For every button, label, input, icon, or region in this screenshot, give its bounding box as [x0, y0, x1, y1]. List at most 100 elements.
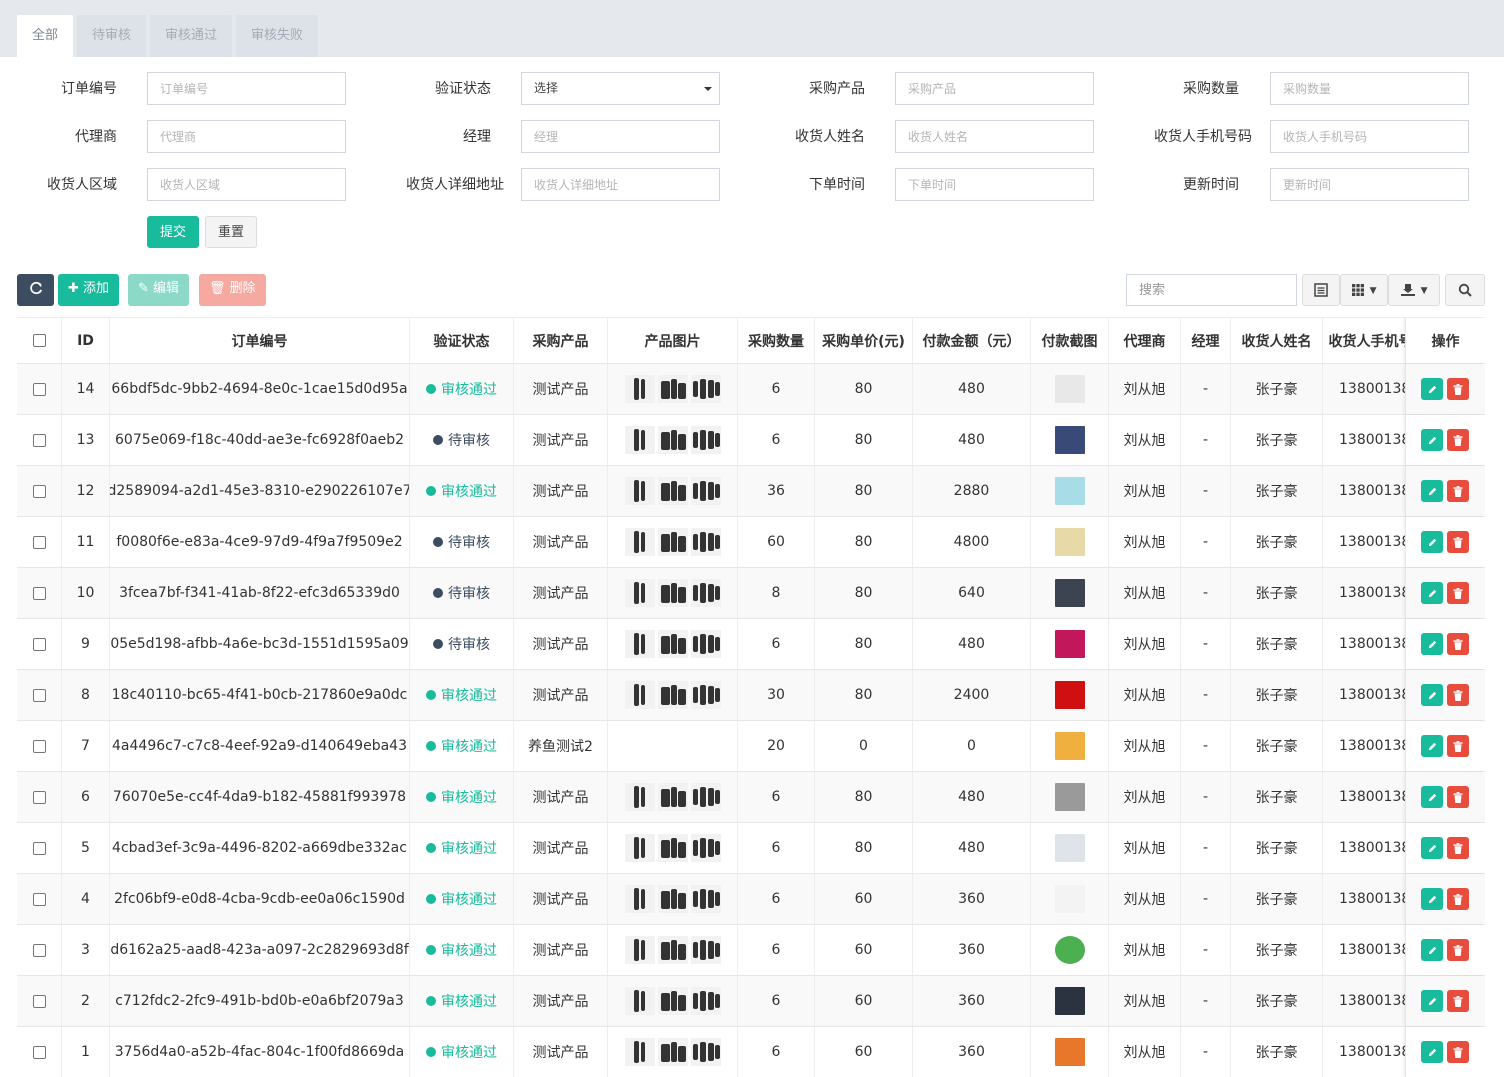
reset-button[interactable]: 重置 [205, 216, 258, 248]
export-dropdown-button[interactable]: ▼ [1388, 274, 1440, 306]
product-thumbnail[interactable] [690, 1038, 721, 1066]
product-thumbnail[interactable] [624, 885, 655, 913]
submit-button[interactable]: 提交 [147, 216, 200, 248]
product-thumbnail[interactable] [624, 630, 655, 658]
product-thumbnail[interactable] [690, 579, 721, 607]
row-checkbox[interactable] [32, 943, 46, 957]
row-edit-button[interactable] [1421, 684, 1443, 706]
row-edit-button[interactable] [1421, 531, 1443, 553]
row-checkbox[interactable] [32, 535, 46, 549]
row-checkbox[interactable] [32, 484, 46, 498]
manager-input[interactable] [521, 120, 720, 153]
product-thumbnail[interactable] [657, 834, 688, 862]
payment-screenshot-thumbnail[interactable] [1054, 579, 1085, 607]
product-thumbnail[interactable] [657, 783, 688, 811]
product-thumbnail[interactable] [657, 681, 688, 709]
product-thumbnail[interactable] [624, 681, 655, 709]
refresh-button[interactable] [17, 274, 54, 306]
row-delete-button[interactable] [1447, 990, 1469, 1012]
row-delete-button[interactable] [1447, 837, 1469, 859]
receiver-phone-input[interactable] [1270, 120, 1469, 153]
add-button[interactable]: ✚ 添加 [58, 274, 120, 306]
product-thumbnail[interactable] [624, 375, 655, 403]
product-thumbnail[interactable] [657, 936, 688, 964]
tab-all[interactable]: 全部 [17, 15, 74, 57]
payment-screenshot-thumbnail[interactable] [1054, 1038, 1085, 1066]
row-delete-button[interactable] [1447, 531, 1469, 553]
payment-screenshot-thumbnail[interactable] [1054, 375, 1085, 403]
row-edit-button[interactable] [1421, 1041, 1443, 1063]
product-thumbnail[interactable] [690, 834, 721, 862]
row-checkbox[interactable] [32, 790, 46, 804]
product-thumbnail[interactable] [657, 885, 688, 913]
row-checkbox[interactable] [32, 382, 46, 396]
product-thumbnail[interactable] [624, 783, 655, 811]
row-delete-button[interactable] [1447, 1041, 1469, 1063]
payment-screenshot-thumbnail[interactable] [1054, 477, 1085, 505]
product-thumbnail[interactable] [690, 885, 721, 913]
agent-input[interactable] [147, 120, 346, 153]
payment-screenshot-thumbnail[interactable] [1054, 732, 1085, 760]
product-thumbnail[interactable] [624, 987, 655, 1015]
tab-rejected[interactable]: 审核失败 [236, 15, 319, 57]
row-edit-button[interactable] [1421, 633, 1443, 655]
product-thumbnail[interactable] [624, 834, 655, 862]
payment-screenshot-thumbnail[interactable] [1054, 426, 1085, 454]
row-delete-button[interactable] [1447, 429, 1469, 451]
product-thumbnail[interactable] [657, 630, 688, 658]
payment-screenshot-thumbnail[interactable] [1054, 681, 1085, 709]
product-thumbnail[interactable] [657, 1038, 688, 1066]
product-thumbnail[interactable] [690, 528, 721, 556]
delete-button[interactable]: 🗑 删除 [199, 274, 266, 306]
product-thumbnail[interactable] [690, 630, 721, 658]
product-thumbnail[interactable] [624, 528, 655, 556]
order-no-input[interactable] [147, 72, 346, 105]
order-time-input[interactable] [895, 168, 1094, 201]
row-edit-button[interactable] [1421, 837, 1443, 859]
product-thumbnail[interactable] [657, 528, 688, 556]
product-thumbnail[interactable] [657, 477, 688, 505]
row-edit-button[interactable] [1421, 735, 1443, 757]
row-delete-button[interactable] [1447, 735, 1469, 757]
columns-dropdown-button[interactable]: ▼ [1340, 274, 1388, 306]
row-delete-button[interactable] [1447, 684, 1469, 706]
tab-pending[interactable]: 待审核 [77, 15, 147, 57]
row-edit-button[interactable] [1421, 429, 1443, 451]
product-thumbnail[interactable] [657, 426, 688, 454]
receiver-region-input[interactable] [147, 168, 346, 201]
row-edit-button[interactable] [1421, 990, 1443, 1012]
row-edit-button[interactable] [1421, 939, 1443, 961]
product-thumbnail[interactable] [657, 987, 688, 1015]
payment-screenshot-thumbnail[interactable] [1054, 783, 1085, 811]
receiver-address-input[interactable] [521, 168, 720, 201]
row-edit-button[interactable] [1421, 378, 1443, 400]
row-delete-button[interactable] [1447, 888, 1469, 910]
row-delete-button[interactable] [1447, 378, 1469, 400]
row-checkbox[interactable] [32, 739, 46, 753]
row-delete-button[interactable] [1447, 633, 1469, 655]
payment-screenshot-thumbnail[interactable] [1054, 936, 1085, 964]
edit-button[interactable]: ✎ 编辑 [128, 274, 190, 306]
row-checkbox[interactable] [32, 637, 46, 651]
select-all-checkbox[interactable] [32, 334, 46, 347]
payment-screenshot-thumbnail[interactable] [1054, 834, 1085, 862]
product-thumbnail[interactable] [690, 477, 721, 505]
product-input[interactable] [895, 72, 1094, 105]
toggle-view-button[interactable] [1302, 274, 1340, 306]
product-thumbnail[interactable] [624, 477, 655, 505]
product-thumbnail[interactable] [690, 936, 721, 964]
payment-screenshot-thumbnail[interactable] [1054, 987, 1085, 1015]
receiver-name-input[interactable] [895, 120, 1094, 153]
row-edit-button[interactable] [1421, 786, 1443, 808]
product-thumbnail[interactable] [690, 426, 721, 454]
row-checkbox[interactable] [32, 688, 46, 702]
product-thumbnail[interactable] [624, 1038, 655, 1066]
row-checkbox[interactable] [32, 892, 46, 906]
verify-status-select[interactable]: 选择 [521, 72, 720, 105]
tab-approved[interactable]: 审核通过 [150, 15, 233, 57]
product-thumbnail[interactable] [657, 375, 688, 403]
payment-screenshot-thumbnail[interactable] [1054, 528, 1085, 556]
row-checkbox[interactable] [32, 994, 46, 1008]
row-delete-button[interactable] [1447, 480, 1469, 502]
product-thumbnail[interactable] [624, 579, 655, 607]
